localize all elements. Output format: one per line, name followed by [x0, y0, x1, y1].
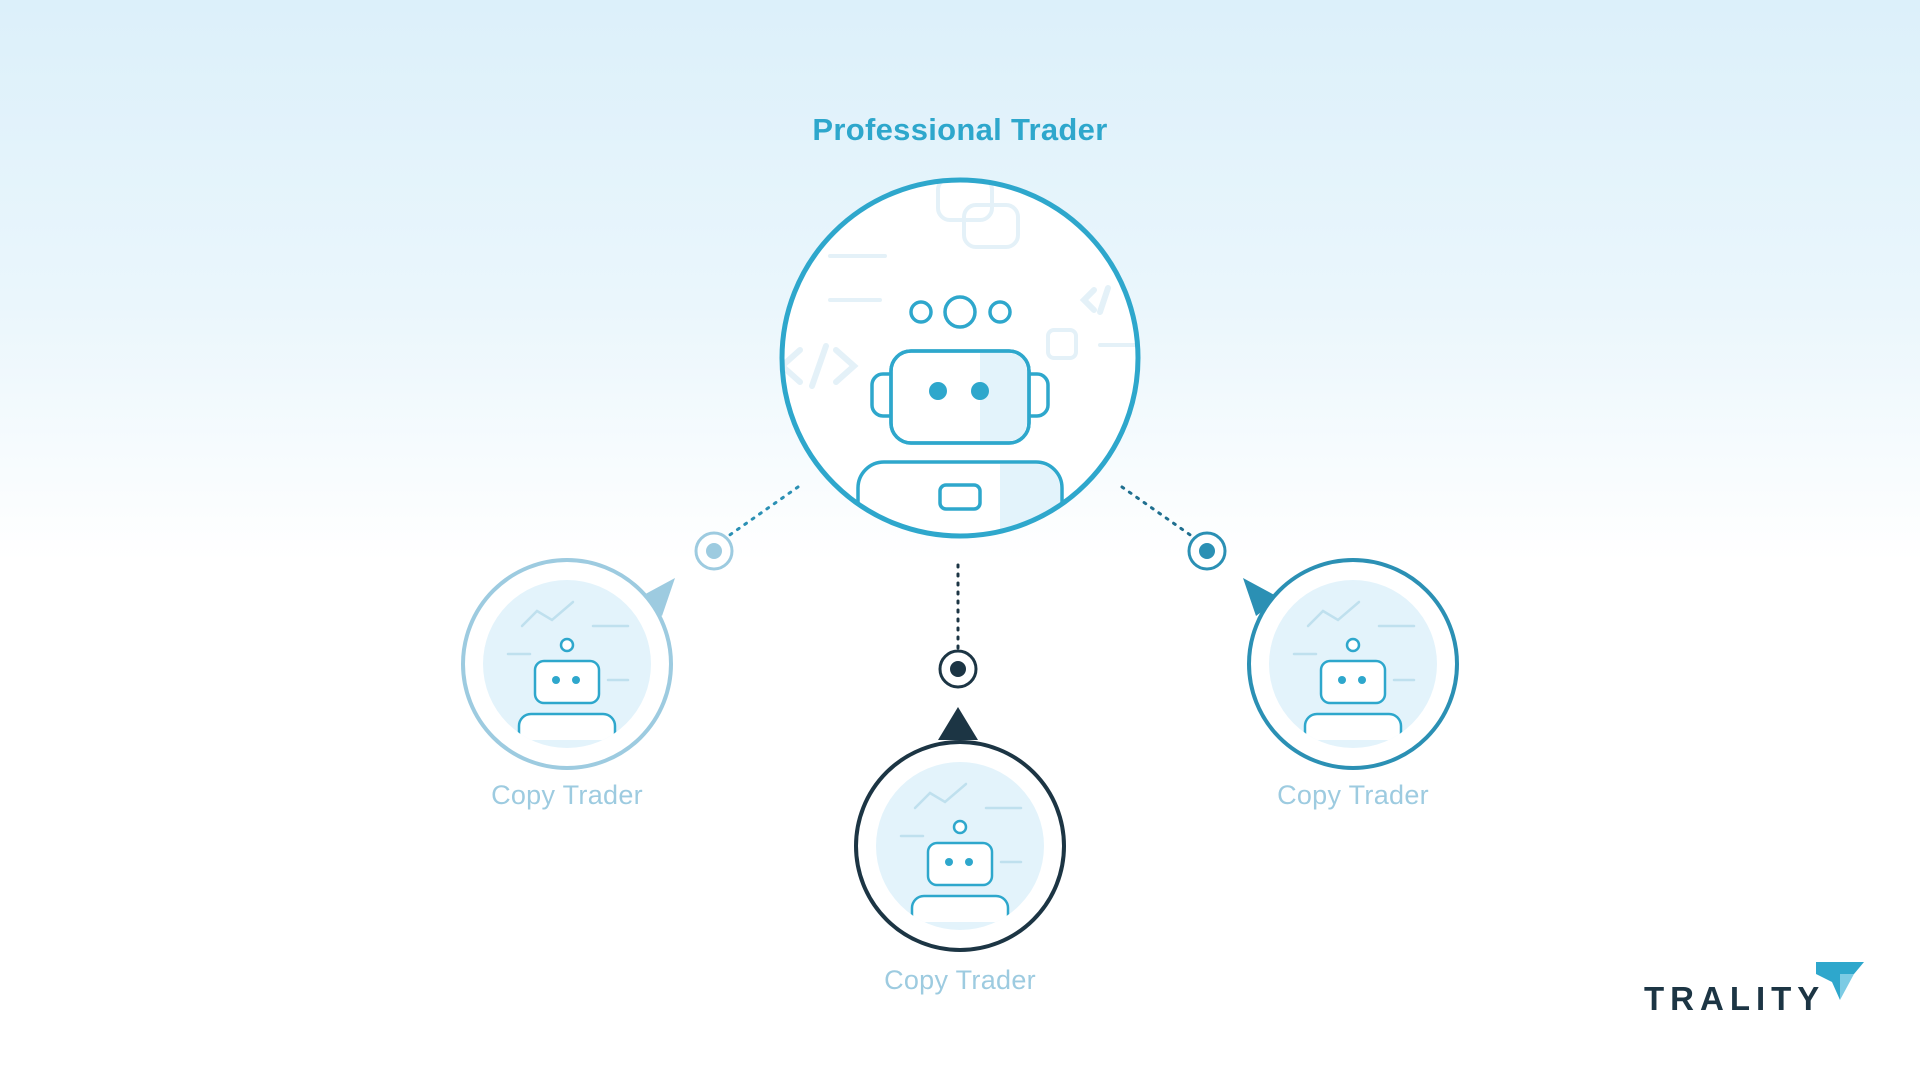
copy-trader-label-right: Copy Trader [1277, 780, 1429, 810]
brand-logo-icon [1816, 962, 1864, 1000]
copy-trader-node-center [854, 707, 1066, 952]
antenna-icon [909, 295, 1012, 329]
professional-trader-node [779, 177, 1141, 539]
professional-trader-label: Professional Trader [812, 112, 1108, 147]
copy-trading-diagram [461, 177, 1459, 952]
connector-left [722, 485, 800, 541]
copy-trader-node-left [461, 558, 675, 770]
node-center [938, 649, 978, 689]
node-right [1187, 531, 1227, 571]
brand-name: TRALITY [1644, 980, 1826, 1017]
copy-trader-label-center: Copy Trader [884, 965, 1036, 995]
brand-logo: TRALITY [1640, 962, 1864, 1034]
pointer-triangle [938, 707, 978, 740]
copy-trader-label-left: Copy Trader [491, 780, 643, 810]
copy-trader-node-right [1243, 558, 1459, 770]
node-left [694, 531, 734, 571]
connector-right [1120, 485, 1198, 541]
